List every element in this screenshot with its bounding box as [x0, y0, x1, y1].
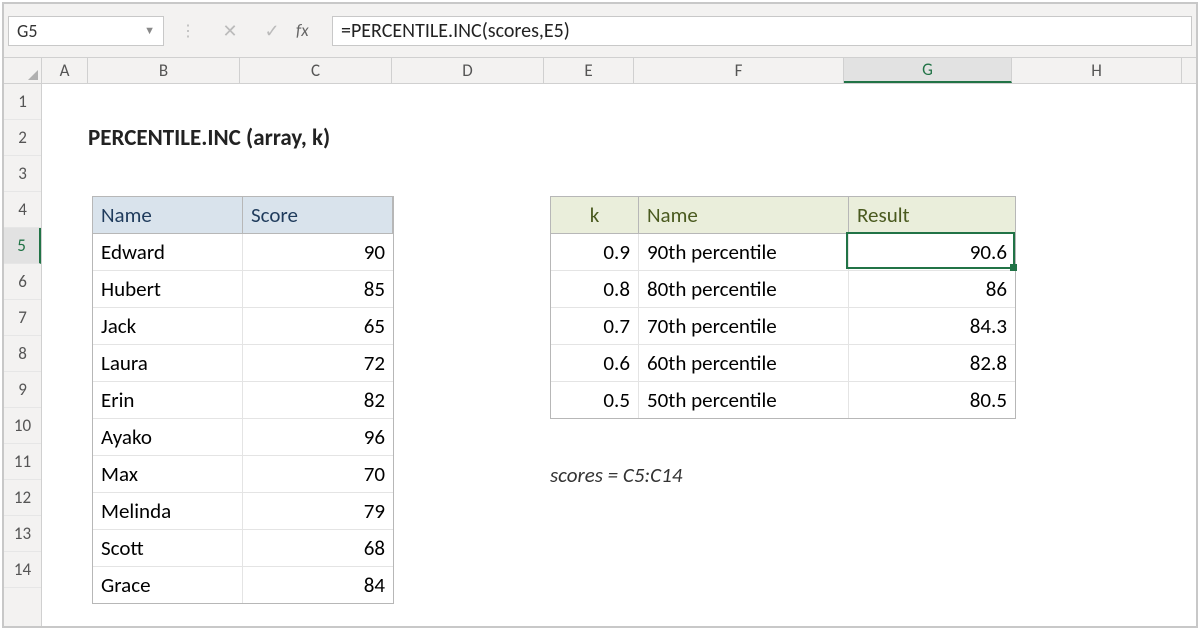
- accept-icon[interactable]: ✓: [254, 20, 290, 42]
- col-header-C[interactable]: C: [240, 58, 392, 83]
- table-row: Laura72: [93, 345, 393, 382]
- table-row: Hubert85: [93, 271, 393, 308]
- cell[interactable]: 84.3: [849, 308, 1015, 344]
- row-header-8[interactable]: 8: [4, 336, 41, 372]
- cell[interactable]: Grace: [93, 567, 243, 603]
- page-title: PERCENTILE.INC (array, k): [88, 124, 330, 152]
- formula-bar: G5 ▼ ⋮ ✕ ✓ fx =PERCENTILE.INC(scores,E5): [4, 4, 1196, 58]
- cell[interactable]: Ayako: [93, 419, 243, 455]
- table-row: 0.770th percentile84.3: [551, 308, 1015, 345]
- cell[interactable]: Laura: [93, 345, 243, 381]
- table-row: 0.660th percentile82.8: [551, 345, 1015, 382]
- row-header-12[interactable]: 12: [4, 480, 41, 516]
- cell[interactable]: 70: [243, 456, 393, 492]
- cell[interactable]: 0.7: [551, 308, 639, 344]
- col-header-H[interactable]: H: [1012, 58, 1182, 83]
- row-header-4[interactable]: 4: [4, 192, 41, 228]
- name-box-dropdown-icon[interactable]: ▼: [144, 24, 155, 37]
- table-row: Edward90: [93, 234, 393, 271]
- col-header-E[interactable]: E: [544, 58, 634, 83]
- cell[interactable]: 0.9: [551, 234, 639, 270]
- row-header-13[interactable]: 13: [4, 516, 41, 552]
- table-row: 0.990th percentile90.6: [551, 234, 1015, 271]
- column-headers: A B C D E F G H: [4, 58, 1196, 84]
- row-header-5[interactable]: 5: [4, 228, 41, 264]
- col-header-G[interactable]: G: [844, 58, 1012, 83]
- row-headers: 1 2 3 4 5 6 7 8 9 10 11 12 13 14: [4, 84, 42, 626]
- cell[interactable]: 70th percentile: [639, 308, 849, 344]
- cell[interactable]: 96: [243, 419, 393, 455]
- row-header-3[interactable]: 3: [4, 156, 41, 192]
- range-note: scores = C5:C14: [550, 462, 682, 488]
- cell[interactable]: 90: [243, 234, 393, 270]
- cell[interactable]: 0.6: [551, 345, 639, 381]
- cell[interactable]: 84: [243, 567, 393, 603]
- row-header-14[interactable]: 14: [4, 552, 41, 588]
- cell[interactable]: 0.5: [551, 382, 639, 418]
- cell[interactable]: 0.8: [551, 271, 639, 307]
- row-header-6[interactable]: 6: [4, 264, 41, 300]
- cell[interactable]: Jack: [93, 308, 243, 344]
- table-row: Scott68: [93, 530, 393, 567]
- table-row: Erin82: [93, 382, 393, 419]
- select-all-corner[interactable]: [4, 58, 42, 83]
- table-row: 0.550th percentile80.5: [551, 382, 1015, 418]
- cell[interactable]: 86: [849, 271, 1015, 307]
- fx-icon[interactable]: fx: [296, 20, 326, 41]
- cell[interactable]: 65: [243, 308, 393, 344]
- sheet-area[interactable]: PERCENTILE.INC (array, k) Name Score Edw…: [42, 84, 1196, 626]
- table-row: Ayako96: [93, 419, 393, 456]
- cell[interactable]: 72: [243, 345, 393, 381]
- row-header-11[interactable]: 11: [4, 444, 41, 480]
- cell[interactable]: Max: [93, 456, 243, 492]
- header-k[interactable]: k: [551, 197, 639, 233]
- formula-input[interactable]: =PERCENTILE.INC(scores,E5): [332, 16, 1192, 46]
- table-row: Melinda79: [93, 493, 393, 530]
- table-row: Max70: [93, 456, 393, 493]
- scores-table: Name Score Edward90 Hubert85 Jack65 Laur…: [92, 196, 394, 604]
- table-row: Jack65: [93, 308, 393, 345]
- row-header-9[interactable]: 9: [4, 372, 41, 408]
- header-name[interactable]: Name: [639, 197, 849, 233]
- col-header-F[interactable]: F: [634, 58, 844, 83]
- cancel-icon[interactable]: ✕: [212, 20, 248, 42]
- cell[interactable]: 68: [243, 530, 393, 566]
- col-header-D[interactable]: D: [392, 58, 544, 83]
- name-box-value: G5: [17, 20, 37, 42]
- col-header-B[interactable]: B: [88, 58, 240, 83]
- cell[interactable]: 85: [243, 271, 393, 307]
- cell[interactable]: 90.6: [849, 234, 1015, 270]
- table-row: 0.880th percentile86: [551, 271, 1015, 308]
- cell[interactable]: 50th percentile: [639, 382, 849, 418]
- row-header-7[interactable]: 7: [4, 300, 41, 336]
- header-result[interactable]: Result: [849, 197, 1015, 233]
- row-header-2[interactable]: 2: [4, 120, 41, 156]
- cell[interactable]: Edward: [93, 234, 243, 270]
- cell[interactable]: 80.5: [849, 382, 1015, 418]
- results-table: k Name Result 0.990th percentile90.6 0.8…: [550, 196, 1016, 419]
- cell[interactable]: 82: [243, 382, 393, 418]
- cell[interactable]: Erin: [93, 382, 243, 418]
- table-row: k Name Result: [551, 197, 1015, 234]
- header-name[interactable]: Name: [93, 197, 243, 233]
- table-row: Grace84: [93, 567, 393, 603]
- header-score[interactable]: Score: [243, 197, 393, 233]
- table-row: Name Score: [93, 197, 393, 234]
- cell[interactable]: 80th percentile: [639, 271, 849, 307]
- cell[interactable]: 90th percentile: [639, 234, 849, 270]
- row-header-1[interactable]: 1: [4, 84, 41, 120]
- cell[interactable]: 82.8: [849, 345, 1015, 381]
- row-header-10[interactable]: 10: [4, 408, 41, 444]
- cell[interactable]: 79: [243, 493, 393, 529]
- name-box[interactable]: G5 ▼: [8, 16, 164, 46]
- cell[interactable]: 60th percentile: [639, 345, 849, 381]
- cell[interactable]: Melinda: [93, 493, 243, 529]
- col-header-A[interactable]: A: [42, 58, 88, 83]
- formula-text: =PERCENTILE.INC(scores,E5): [341, 19, 570, 43]
- cell[interactable]: Hubert: [93, 271, 243, 307]
- cell[interactable]: Scott: [93, 530, 243, 566]
- separator-icon: ⋮: [170, 21, 206, 41]
